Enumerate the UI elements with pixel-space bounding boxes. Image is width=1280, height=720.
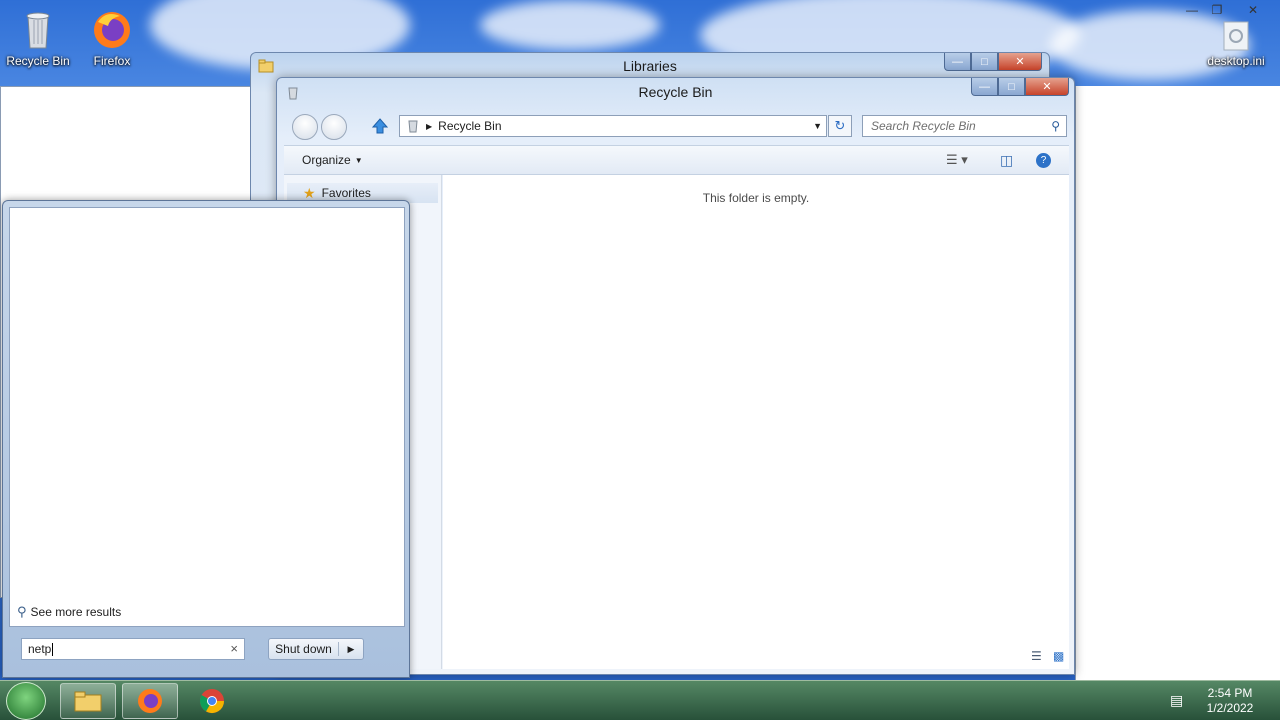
see-more-results-label: See more results xyxy=(30,605,122,619)
maximize-button[interactable]: □ xyxy=(998,78,1025,96)
start-search-input[interactable]: netp × xyxy=(21,638,245,660)
desktop-icon-label: Recycle Bin xyxy=(6,54,70,68)
chrome-icon xyxy=(199,689,224,714)
back-button[interactable] xyxy=(292,114,318,140)
organize-button[interactable]: Organize ▼ xyxy=(302,153,363,167)
search-icon: ⚲ xyxy=(1051,119,1060,133)
file-icon xyxy=(1218,20,1254,52)
shut-down-button[interactable]: Shut down ▶ xyxy=(268,638,364,660)
taskbar: ▤ 2:54 PM 1/2/2022 xyxy=(0,680,1280,720)
forward-button[interactable] xyxy=(321,114,347,140)
organize-label: Organize xyxy=(302,153,351,167)
refresh-button[interactable]: ↻ xyxy=(828,115,852,137)
close-icon[interactable]: ✕ xyxy=(1242,2,1264,18)
desktop-icon-firefox[interactable]: Firefox xyxy=(74,8,150,68)
shut-down-options-icon[interactable]: ▶ xyxy=(339,644,363,655)
start-search-value: netp xyxy=(28,642,52,656)
recycle-bin-icon xyxy=(408,120,418,133)
breadcrumb-separator-icon: ▶ xyxy=(426,121,433,131)
up-arrow-icon[interactable] xyxy=(371,117,389,135)
command-bar: Organize ▼ ☰ ▾ ◫ ? xyxy=(284,145,1069,175)
chevron-down-icon: ▼ xyxy=(354,155,363,165)
shut-down-label: Shut down xyxy=(269,642,339,656)
text-cursor xyxy=(52,642,54,656)
search-results-panel xyxy=(9,207,405,627)
search-input[interactable]: Search Recycle Bin ⚲ xyxy=(862,115,1067,137)
taskbar-app-firefox[interactable] xyxy=(122,683,178,719)
clear-search-icon[interactable]: × xyxy=(230,641,238,656)
taskbar-app-chrome[interactable] xyxy=(184,683,240,719)
start-menu[interactable]: ⚲ See more results netp × Shut down ▶ xyxy=(2,200,410,678)
address-dropdown-icon[interactable]: ▼ xyxy=(813,121,822,131)
start-button[interactable] xyxy=(6,682,46,720)
search-icon: ⚲ xyxy=(17,604,27,619)
help-icon[interactable]: ? xyxy=(1036,152,1051,168)
clock-date: 1/2/2022 xyxy=(1206,701,1254,715)
address-bar[interactable]: ▶ Recycle Bin ▼ xyxy=(399,115,827,137)
firefox-icon xyxy=(138,689,162,713)
background-window-right xyxy=(1075,86,1280,680)
nav-item-label: Favorites xyxy=(321,186,371,200)
maximize-icon[interactable]: ❐ xyxy=(1206,2,1228,18)
explorer-icon xyxy=(74,691,102,712)
minimize-icon[interactable]: — xyxy=(1181,2,1203,18)
firefox-icon xyxy=(90,8,134,52)
desktop-icon-recycle-bin[interactable]: Recycle Bin xyxy=(0,8,76,68)
window-title: Recycle Bin xyxy=(638,84,713,100)
close-button[interactable]: ✕ xyxy=(998,53,1042,71)
system-clock[interactable]: 2:54 PM 1/2/2022 xyxy=(1200,686,1260,716)
content-pane[interactable]: This folder is empty. ☰ ▩ xyxy=(443,175,1069,669)
recycle-bin-icon xyxy=(16,8,60,52)
breadcrumb[interactable]: Recycle Bin xyxy=(438,119,501,133)
minimize-button[interactable]: — xyxy=(971,78,998,96)
details-view-icon[interactable]: ☰ xyxy=(1031,649,1042,663)
close-button[interactable]: ✕ xyxy=(1025,78,1069,96)
star-icon: ★ xyxy=(303,184,316,201)
minimize-button[interactable]: — xyxy=(944,53,971,71)
search-placeholder: Search Recycle Bin xyxy=(871,119,976,133)
desktop-icon-label: desktop.ini xyxy=(1207,54,1265,68)
desktop-icon-desktop-ini[interactable]: desktop.ini xyxy=(1198,20,1274,68)
preview-pane-icon[interactable]: ◫ xyxy=(1000,152,1013,169)
window-title: Libraries xyxy=(623,58,677,74)
network-icon[interactable]: ▤ xyxy=(1170,692,1183,709)
see-more-results-link[interactable]: ⚲ See more results xyxy=(17,604,121,620)
view-options-icon[interactable]: ☰ ▾ xyxy=(946,152,968,168)
clock-time: 2:54 PM xyxy=(1207,686,1253,700)
desktop-icon-label: Firefox xyxy=(93,54,131,68)
empty-folder-message: This folder is empty. xyxy=(702,191,810,205)
taskbar-app-explorer[interactable] xyxy=(60,683,116,719)
large-icons-view-icon[interactable]: ▩ xyxy=(1053,649,1064,663)
maximize-button[interactable]: □ xyxy=(971,53,998,71)
